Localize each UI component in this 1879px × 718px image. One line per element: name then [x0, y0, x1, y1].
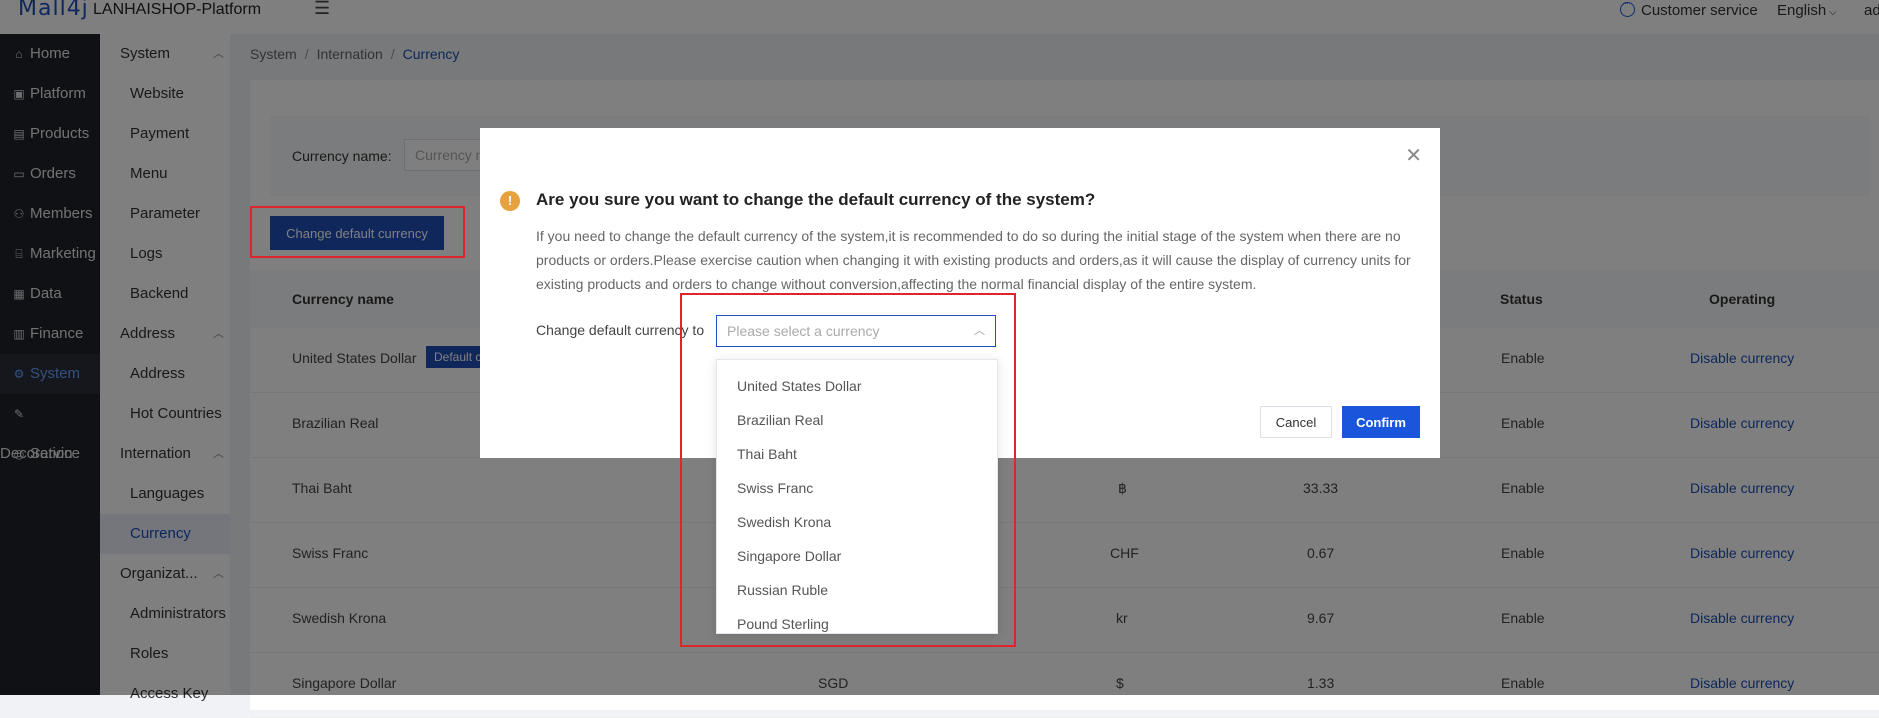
dialog-title: Are you sure you want to change the defa… — [536, 190, 1096, 209]
close-icon[interactable]: ✕ — [1405, 146, 1422, 166]
highlight-box-dropdown — [680, 293, 1016, 647]
cancel-button[interactable]: Cancel — [1260, 406, 1332, 438]
warning-icon: ! — [500, 191, 520, 211]
highlight-box-change-button — [250, 206, 465, 258]
confirm-button[interactable]: Confirm — [1342, 406, 1420, 438]
default-currency-label: Change default currency to — [536, 322, 705, 338]
dialog-message: If you need to change the default curren… — [536, 228, 1411, 292]
